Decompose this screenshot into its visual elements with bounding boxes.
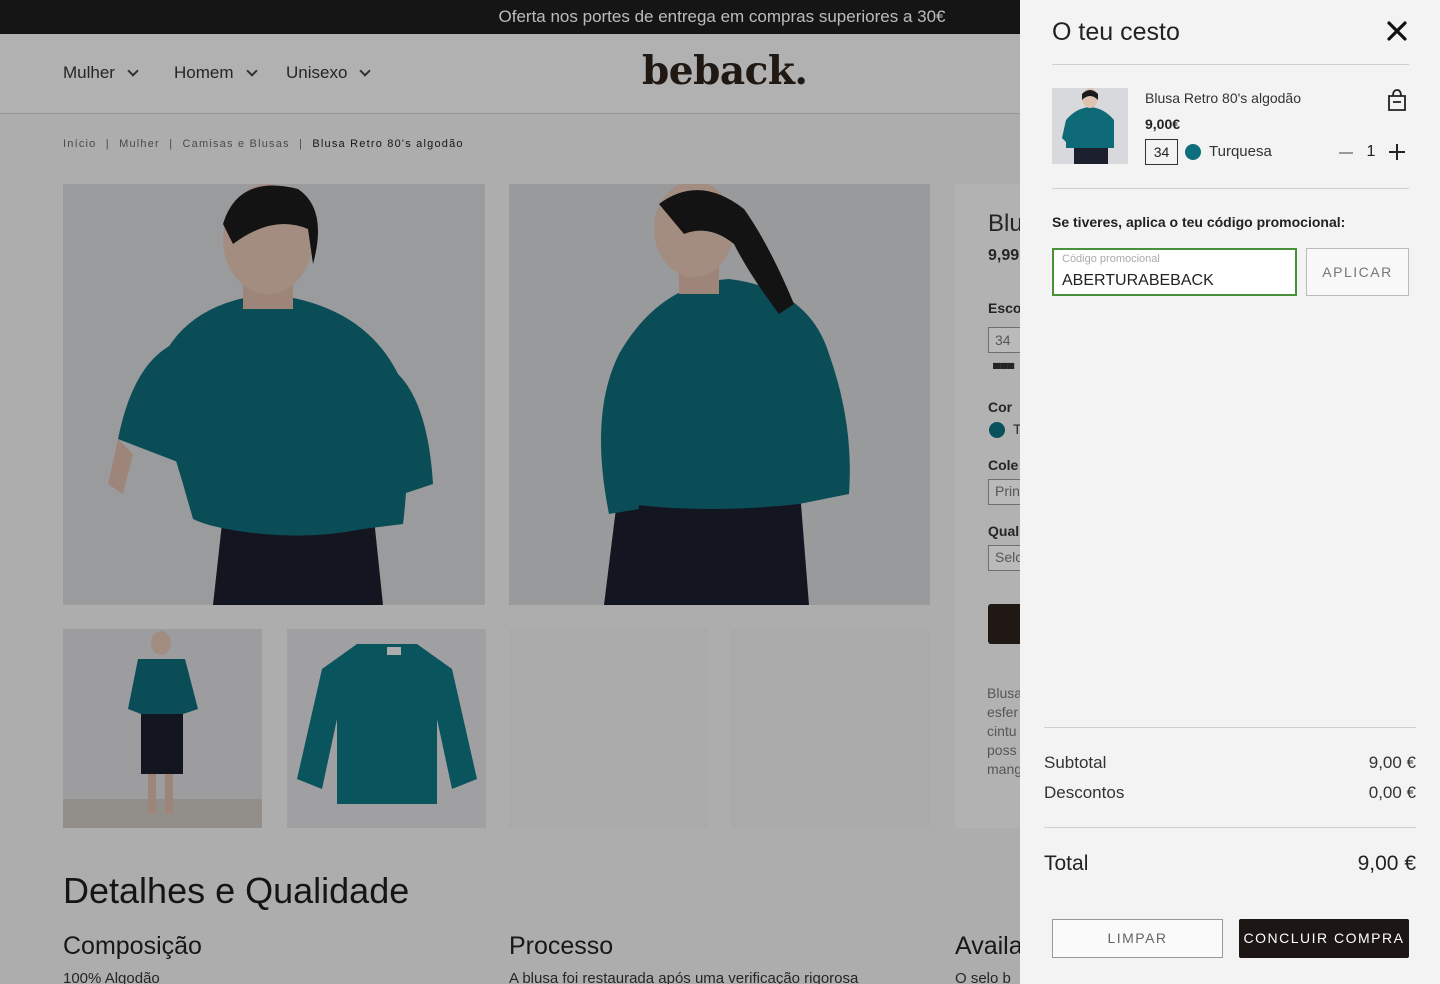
close-icon[interactable] bbox=[1386, 20, 1408, 42]
checkout-button[interactable]: CONCLUIR COMPRA bbox=[1239, 919, 1409, 958]
subtotal-row: Subtotal 9,00 € bbox=[1044, 753, 1416, 773]
cart-title: O teu cesto bbox=[1052, 18, 1180, 46]
cart-item-color: Turquesa bbox=[1209, 143, 1272, 160]
promo-code-floating-label: Código promocional bbox=[1062, 253, 1160, 265]
discount-row: Descontos 0,00 € bbox=[1044, 783, 1416, 803]
divider bbox=[1044, 827, 1416, 828]
promo-code-input[interactable] bbox=[1062, 272, 1287, 290]
cart-item-size: 34 bbox=[1145, 139, 1178, 165]
cart-item-color-swatch bbox=[1185, 144, 1201, 160]
shopping-bag-remove-icon[interactable] bbox=[1386, 88, 1408, 112]
cart-drawer: O teu cesto Blusa Retro 80's algodão 9,0… bbox=[1020, 0, 1440, 984]
apply-promo-button[interactable]: APLICAR bbox=[1306, 248, 1409, 296]
total-row: Total 9,00 € bbox=[1044, 852, 1416, 876]
product-page: Oferta nos portes de entrega em compras … bbox=[0, 0, 1440, 984]
clear-cart-button[interactable]: LIMPAR bbox=[1052, 919, 1223, 958]
cart-item-price: 9,00€ bbox=[1145, 116, 1181, 132]
total-value: 9,00 € bbox=[1357, 852, 1416, 875]
divider bbox=[1044, 727, 1416, 728]
total-label: Total bbox=[1044, 852, 1089, 875]
promo-code-field[interactable]: Código promocional bbox=[1052, 248, 1297, 296]
promo-code-label: Se tiveres, aplica o teu código promocio… bbox=[1052, 214, 1346, 230]
subtotal-value: 9,00 € bbox=[1368, 753, 1416, 772]
cart-item-image[interactable] bbox=[1052, 88, 1128, 164]
quantity-value: 1 bbox=[1366, 143, 1376, 160]
subtotal-label: Subtotal bbox=[1044, 753, 1107, 772]
discount-value: 0,00 € bbox=[1368, 783, 1416, 802]
cart-item-name[interactable]: Blusa Retro 80's algodão bbox=[1145, 90, 1301, 106]
quantity-increase-button[interactable] bbox=[1389, 144, 1405, 160]
divider bbox=[1052, 188, 1409, 189]
quantity-decrease-button[interactable] bbox=[1339, 152, 1353, 154]
divider bbox=[1052, 64, 1409, 65]
discount-label: Descontos bbox=[1044, 783, 1125, 802]
